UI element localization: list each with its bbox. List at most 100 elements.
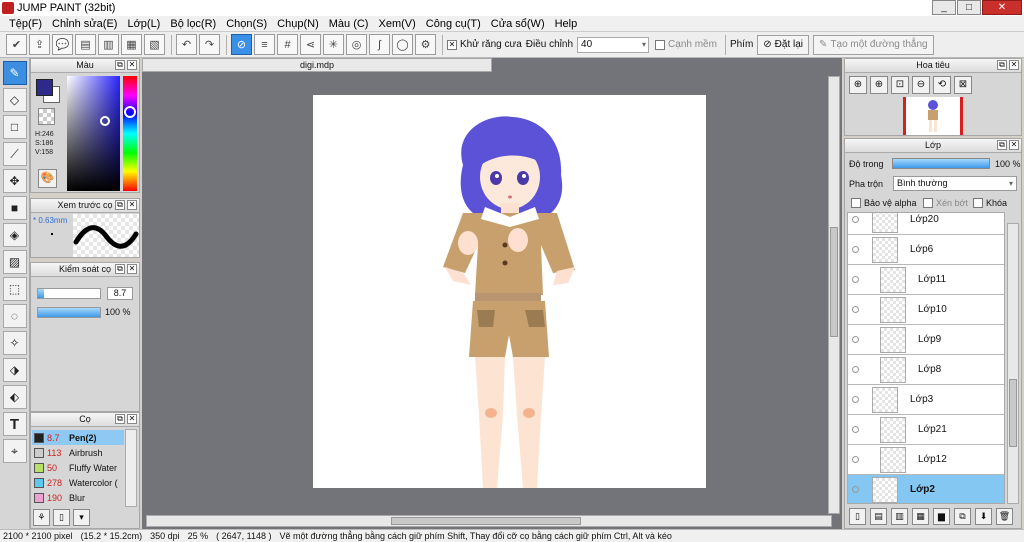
eye-icon[interactable] — [852, 306, 859, 313]
layer-row[interactable]: Lớp11 — [848, 265, 1004, 295]
adjust-dropdown[interactable]: 40 ▾ — [577, 36, 650, 53]
panel-icon[interactable]: ▦ — [121, 34, 142, 55]
brush-item[interactable]: 113 Airbrush — [32, 445, 124, 460]
minimize-button[interactable]: _ — [932, 0, 956, 15]
line-tool-icon[interactable]: ⟋ — [2, 142, 27, 166]
menu-window[interactable]: Cửa sổ(W) — [486, 18, 550, 30]
eraser-tool-icon[interactable]: ◇ — [2, 88, 27, 112]
magic-wand-tool-icon[interactable]: ✧ — [2, 331, 27, 355]
eye-icon[interactable] — [852, 426, 859, 433]
delete-layer-icon[interactable]: 🗑 — [996, 508, 1013, 525]
antialias-check-icon[interactable]: ✕ — [447, 39, 457, 50]
menu-capture[interactable]: Chụp(N) — [272, 18, 324, 30]
brush-item[interactable]: 8.7 Pen(2) — [32, 430, 124, 445]
menu-select[interactable]: Chọn(S) — [221, 18, 272, 30]
canvas-vertical-scrollbar[interactable] — [828, 76, 840, 514]
brush-size-slider[interactable] — [37, 288, 101, 299]
reset-button[interactable]: ⊘ Đặt lại — [757, 34, 810, 55]
layer-row[interactable]: Lớp21 — [848, 415, 1004, 445]
undock-icon[interactable]: ⧉ — [997, 140, 1007, 150]
undock-icon[interactable]: ⧉ — [115, 60, 125, 70]
share-icon[interactable]: ⇪ — [29, 34, 50, 55]
document-icon[interactable]: ▥ — [98, 34, 119, 55]
close-icon[interactable]: ✕ — [127, 414, 137, 424]
new-layer-icon[interactable]: ▯ — [849, 508, 866, 525]
smooth-edge-checkbox[interactable]: Cạnh mềm — [655, 39, 717, 50]
rectangle-tool-icon[interactable]: □ — [2, 115, 27, 139]
close-icon[interactable]: ✕ — [1009, 140, 1019, 150]
brush-settings-icon[interactable]: ⚘ — [33, 509, 50, 526]
antialias-checkbox[interactable]: ✕ Khử răng cưa — [447, 39, 522, 50]
reset-view-icon[interactable]: ⊠ — [954, 76, 972, 94]
lock-check-icon[interactable] — [973, 198, 983, 208]
close-button[interactable]: ✕ — [982, 0, 1022, 15]
eye-icon[interactable] — [852, 456, 859, 463]
menu-help[interactable]: Help — [550, 18, 583, 30]
menu-edit[interactable]: Chỉnh sửa(E) — [47, 18, 122, 30]
eyedropper-tool-icon[interactable]: ⌖ — [2, 439, 27, 463]
eye-icon[interactable] — [852, 366, 859, 373]
gradient-tool-icon[interactable]: ▨ — [2, 250, 27, 274]
layer-list-scrollbar[interactable] — [1007, 223, 1019, 504]
brush-list-scrollbar[interactable] — [125, 429, 137, 507]
select-rect-tool-icon[interactable]: ⬚ — [2, 277, 27, 301]
zoom-fit-icon[interactable]: ⊕ — [849, 76, 867, 94]
eye-icon[interactable] — [852, 396, 859, 403]
canvas-paper[interactable] — [313, 95, 706, 488]
close-icon[interactable]: ✕ — [127, 264, 137, 274]
fill-rect-tool-icon[interactable]: ■ — [2, 196, 27, 220]
palette-icon[interactable]: 🎨 — [38, 169, 57, 188]
document-tab[interactable]: digi.mdp — [142, 58, 492, 72]
layer-row[interactable]: Lớp20 — [848, 213, 1004, 235]
new-screentone-layer-icon[interactable]: ▦ — [912, 508, 929, 525]
menu-layer[interactable]: Lớp(L) — [122, 18, 165, 30]
undo-icon[interactable]: ↶ — [176, 34, 197, 55]
merge-down-icon[interactable]: ⬇ — [975, 508, 992, 525]
horizontal-scroll-thumb[interactable] — [391, 517, 581, 525]
undock-icon[interactable]: ⧉ — [115, 264, 125, 274]
text-tool-icon[interactable]: T — [2, 412, 27, 436]
gear-icon[interactable]: ⚙ — [415, 34, 436, 55]
eye-icon[interactable] — [852, 486, 859, 493]
layer-row[interactable]: Lớp12 — [848, 445, 1004, 475]
brush-item[interactable]: 50 Fluffy Water — [32, 460, 124, 475]
close-icon[interactable]: ✕ — [1009, 60, 1019, 70]
lock-checkbox[interactable]: Khóa — [973, 198, 1007, 208]
close-icon[interactable]: ✕ — [127, 60, 137, 70]
new-folder-icon[interactable]: ▆ — [933, 508, 950, 525]
zoom-in-icon[interactable]: ⊕ — [870, 76, 888, 94]
clipping-check-icon[interactable] — [923, 198, 933, 208]
blend-mode-dropdown[interactable]: Bình thường ▾ — [893, 176, 1017, 191]
eye-icon[interactable] — [852, 276, 859, 283]
menu-color[interactable]: Màu (C) — [324, 18, 374, 30]
duplicate-layer-icon[interactable]: ⧉ — [954, 508, 971, 525]
eye-icon[interactable] — [852, 216, 859, 223]
undock-icon[interactable]: ⧉ — [115, 200, 125, 210]
perspective-ruler-icon[interactable]: ⋖ — [300, 34, 321, 55]
undock-icon[interactable]: ⧉ — [115, 414, 125, 424]
foreground-color-swatch[interactable] — [36, 79, 53, 96]
fit-window-icon[interactable]: ⊡ — [891, 76, 909, 94]
layer-row[interactable]: Lớp3 — [848, 385, 1004, 415]
radial-ruler-icon[interactable]: ✳ — [323, 34, 344, 55]
brush-item[interactable]: 190 Blur — [32, 490, 124, 505]
layer-row[interactable]: Lớp8 — [848, 355, 1004, 385]
vertical-scroll-thumb[interactable] — [830, 227, 838, 337]
close-icon[interactable]: ✕ — [127, 200, 137, 210]
zoom-out-icon[interactable]: ⊖ — [912, 76, 930, 94]
bucket-tool-icon[interactable]: ◈ — [2, 223, 27, 247]
layer-opacity-slider[interactable] — [892, 158, 990, 169]
move-tool-icon[interactable]: ✥ — [2, 169, 27, 193]
check-icon[interactable]: ✔ — [6, 34, 27, 55]
brush-opacity-slider[interactable] — [37, 307, 101, 318]
clipping-checkbox[interactable]: Xén bớt — [923, 198, 968, 208]
comment-icon[interactable]: 💬 — [52, 34, 73, 55]
menu-tools[interactable]: Công cụ(T) — [421, 18, 486, 30]
brush-size-value[interactable]: 8.7 — [107, 287, 133, 300]
layer-row[interactable]: Lớp10 — [848, 295, 1004, 325]
grid-ruler-icon[interactable]: # — [277, 34, 298, 55]
new-1bit-layer-icon[interactable]: ▥ — [891, 508, 908, 525]
layer-scroll-thumb[interactable] — [1009, 379, 1017, 447]
menu-view[interactable]: Xem(V) — [373, 18, 420, 30]
parallel-ruler-icon[interactable]: ≡ — [254, 34, 275, 55]
